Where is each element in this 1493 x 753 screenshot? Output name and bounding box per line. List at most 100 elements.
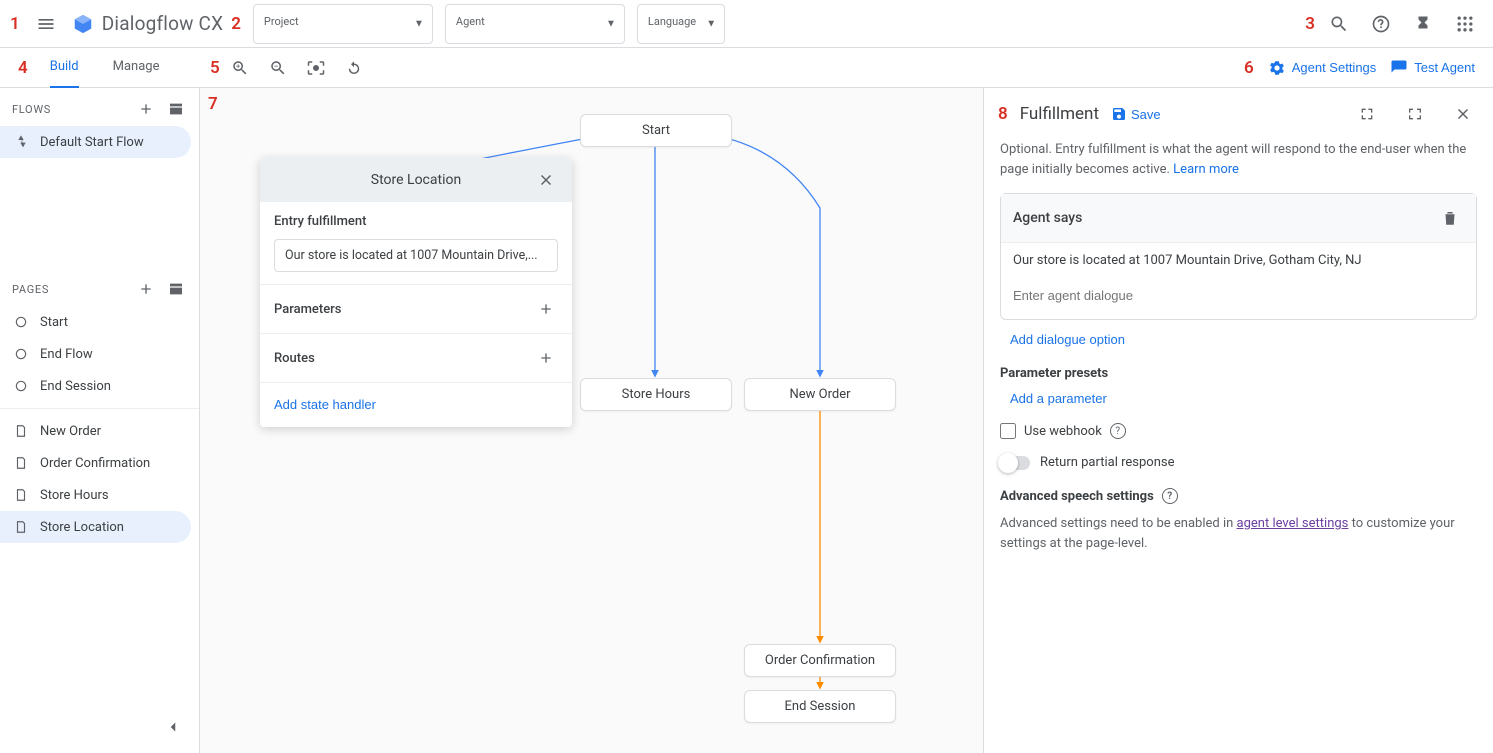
zoom-out-icon[interactable] bbox=[260, 50, 296, 86]
learn-more-link[interactable]: Learn more bbox=[1173, 162, 1239, 177]
sidebar: FLOWS Default Start Flow PAGES bbox=[0, 88, 200, 753]
circle-icon bbox=[12, 345, 30, 363]
routes-label: Routes bbox=[274, 351, 315, 366]
page-detail-card: Store Location Entry fulfillment Our sto… bbox=[260, 158, 572, 427]
add-state-handler-link[interactable]: Add state handler bbox=[274, 397, 376, 412]
tab-manage[interactable]: Manage bbox=[113, 48, 160, 88]
divider bbox=[0, 408, 199, 409]
add-page-icon[interactable] bbox=[133, 276, 159, 302]
chevron-down-icon: ▼ bbox=[606, 18, 616, 29]
node-new-order[interactable]: New Order bbox=[744, 378, 896, 411]
expand-icon[interactable] bbox=[1349, 96, 1385, 132]
annotation-3: 3 bbox=[1305, 14, 1315, 34]
add-route-icon[interactable] bbox=[534, 346, 558, 370]
annotation-1: 1 bbox=[10, 14, 20, 34]
add-parameter-icon[interactable] bbox=[534, 297, 558, 321]
use-webhook-checkbox[interactable] bbox=[1000, 423, 1016, 439]
close-icon[interactable] bbox=[528, 162, 564, 198]
flow-panel-icon[interactable] bbox=[163, 96, 189, 122]
close-panel-icon[interactable] bbox=[1445, 96, 1481, 132]
search-icon[interactable] bbox=[1321, 6, 1357, 42]
agent-settings-button[interactable]: Agent Settings bbox=[1268, 59, 1377, 77]
page-item-start[interactable]: Start bbox=[0, 306, 191, 338]
page-item-order-confirmation[interactable]: Order Confirmation bbox=[0, 447, 191, 479]
collapse-icon[interactable] bbox=[1397, 96, 1433, 132]
help-icon[interactable]: ? bbox=[1110, 423, 1126, 439]
node-end-session[interactable]: End Session bbox=[744, 690, 896, 723]
tab-build[interactable]: Build bbox=[50, 48, 79, 88]
toolbar: 4 Build Manage 5 6 Agent Settings Test A… bbox=[0, 48, 1493, 88]
circle-icon bbox=[12, 313, 30, 331]
page-item-end-session[interactable]: End Session bbox=[0, 370, 191, 402]
node-start[interactable]: Start bbox=[580, 114, 732, 147]
use-webhook-label: Use webhook bbox=[1024, 424, 1102, 439]
agent-response-line[interactable]: Our store is located at 1007 Mountain Dr… bbox=[1001, 243, 1476, 278]
agent-settings-label: Agent Settings bbox=[1292, 60, 1377, 75]
help-icon[interactable] bbox=[1363, 6, 1399, 42]
save-button[interactable]: Save bbox=[1111, 106, 1161, 122]
add-flow-icon[interactable] bbox=[133, 96, 159, 122]
node-order-confirmation[interactable]: Order Confirmation bbox=[744, 644, 896, 677]
language-selector[interactable]: Language ▼ bbox=[637, 4, 725, 44]
chevron-down-icon: ▼ bbox=[414, 18, 424, 29]
test-agent-label: Test Agent bbox=[1414, 60, 1475, 75]
agent-selector[interactable]: Agent ▼ bbox=[445, 4, 625, 44]
entry-fulfillment-label: Entry fulfillment bbox=[274, 214, 558, 229]
hourglass-icon[interactable] bbox=[1405, 6, 1441, 42]
agent-level-settings-link[interactable]: agent level settings bbox=[1237, 516, 1349, 531]
test-agent-button[interactable]: Test Agent bbox=[1390, 59, 1475, 77]
agent-says-label: Agent says bbox=[1013, 210, 1082, 226]
agent-dialogue-input[interactable] bbox=[1013, 284, 1464, 307]
page-label: End Session bbox=[40, 379, 111, 394]
flow-icon bbox=[12, 133, 30, 151]
advanced-speech-heading: Advanced speech settings bbox=[1000, 489, 1154, 504]
annotation-8: 8 bbox=[998, 104, 1008, 124]
entry-fulfillment-value[interactable]: Our store is located at 1007 Mountain Dr… bbox=[274, 239, 558, 272]
fulfillment-panel: 8 Fulfillment Save Optional. Entry fulfi… bbox=[983, 88, 1493, 753]
top-bar: 1 Dialogflow CX 2 Project ▼ Agent ▼ Lang… bbox=[0, 0, 1493, 48]
add-parameter-link[interactable]: Add a parameter bbox=[1010, 391, 1107, 406]
zoom-in-icon[interactable] bbox=[222, 50, 258, 86]
node-label: New Order bbox=[789, 387, 850, 402]
tab-label: Build bbox=[50, 59, 79, 74]
page-panel-icon[interactable] bbox=[163, 276, 189, 302]
project-selector[interactable]: Project ▼ bbox=[253, 4, 433, 44]
node-store-hours[interactable]: Store Hours bbox=[580, 378, 732, 411]
parameter-presets-heading: Parameter presets bbox=[1000, 366, 1477, 381]
return-partial-toggle[interactable] bbox=[1000, 456, 1030, 470]
flow-item-label: Default Start Flow bbox=[40, 135, 144, 150]
pages-heading: PAGES bbox=[12, 283, 49, 296]
node-label: Start bbox=[642, 123, 670, 138]
page-card-title: Store Location bbox=[371, 172, 461, 188]
circle-icon bbox=[12, 377, 30, 395]
advanced-note: Advanced settings need to be enabled in … bbox=[1000, 514, 1477, 553]
save-label: Save bbox=[1131, 107, 1161, 122]
apps-icon[interactable] bbox=[1447, 6, 1483, 42]
collapse-sidebar-icon[interactable] bbox=[155, 709, 191, 745]
page-icon bbox=[12, 486, 30, 504]
help-text: Optional. Entry fulfillment is what the … bbox=[1000, 140, 1477, 179]
flow-item-default-start[interactable]: Default Start Flow bbox=[0, 126, 191, 158]
product-name: Dialogflow CX bbox=[102, 12, 223, 35]
panel-title: Fulfillment bbox=[1020, 104, 1099, 124]
page-item-end-flow[interactable]: End Flow bbox=[0, 338, 191, 370]
reset-rotation-icon[interactable] bbox=[336, 50, 372, 86]
annotation-2: 2 bbox=[231, 14, 241, 34]
page-icon bbox=[12, 422, 30, 440]
product-logo: Dialogflow CX bbox=[72, 12, 223, 35]
delete-icon[interactable] bbox=[1436, 204, 1464, 232]
flow-canvas[interactable]: 7 Start Store Hours New Order bbox=[200, 88, 983, 753]
add-dialogue-option-link[interactable]: Add dialogue option bbox=[1010, 332, 1125, 347]
page-label: Store Location bbox=[40, 520, 124, 535]
project-selector-label: Project bbox=[264, 15, 404, 28]
page-label: Order Confirmation bbox=[40, 456, 150, 471]
page-item-new-order[interactable]: New Order bbox=[0, 415, 191, 447]
page-item-store-location[interactable]: Store Location bbox=[0, 511, 191, 543]
node-label: Order Confirmation bbox=[765, 653, 875, 668]
help-icon[interactable]: ? bbox=[1162, 488, 1178, 504]
page-item-store-hours[interactable]: Store Hours bbox=[0, 479, 191, 511]
annotation-6: 6 bbox=[1244, 58, 1254, 78]
page-label: New Order bbox=[40, 424, 101, 439]
menu-icon[interactable] bbox=[28, 6, 64, 42]
fit-screen-icon[interactable] bbox=[298, 50, 334, 86]
